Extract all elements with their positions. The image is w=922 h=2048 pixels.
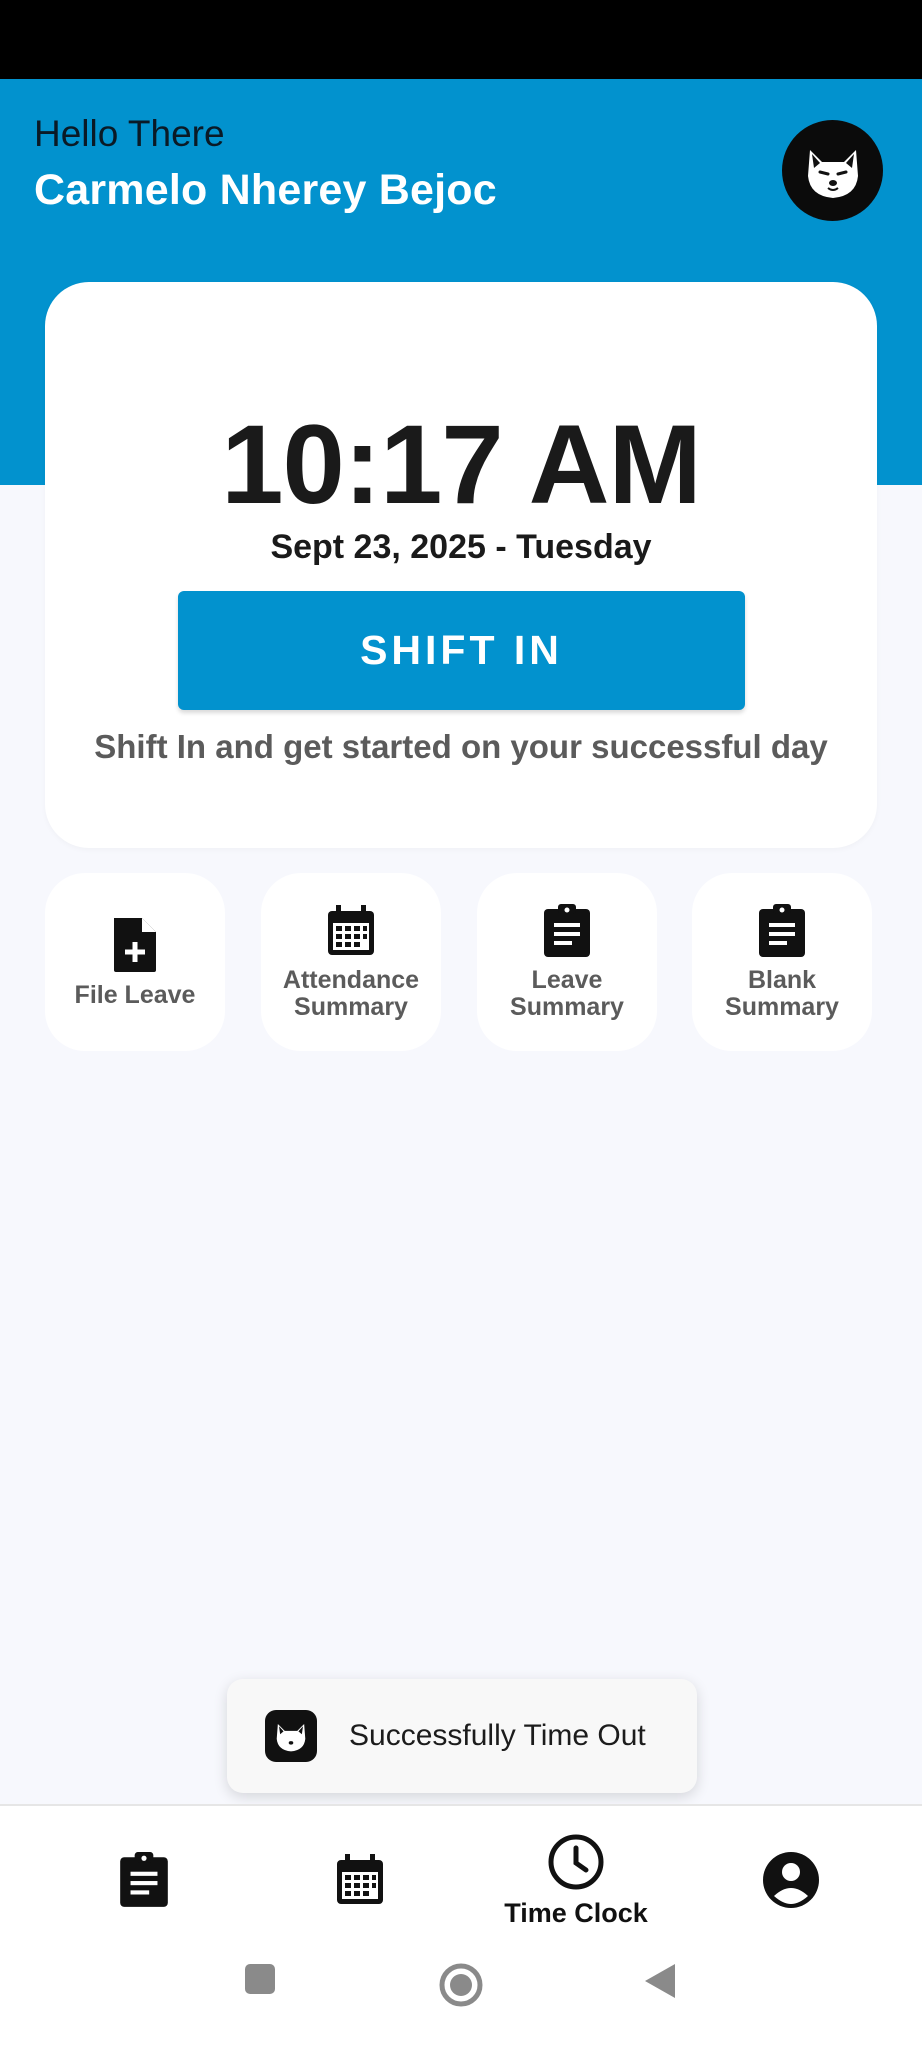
toast-message: Successfully Time Out — [349, 1719, 646, 1752]
circle-icon — [439, 1963, 483, 2007]
shift-hint-text: Shift In and get started on your success… — [94, 728, 828, 765]
tile-label: File Leave — [74, 980, 196, 1009]
tile-label: Leave Summary — [510, 966, 624, 1021]
file-add-icon — [114, 917, 156, 972]
file-leave-tile[interactable]: File Leave — [45, 873, 225, 1051]
nav-item-calendar[interactable] — [260, 1820, 460, 1940]
greeting-text: Hello There — [34, 113, 225, 154]
attendance-summary-tile[interactable]: Attendance Summary — [261, 873, 441, 1051]
clipboard-icon — [759, 904, 805, 957]
square-icon — [245, 1964, 275, 1994]
status-bar — [0, 0, 922, 79]
tile-label: Attendance Summary — [282, 966, 420, 1021]
clipboard-icon — [120, 1852, 168, 1907]
toast-notification: Successfully Time Out — [227, 1679, 697, 1793]
calendar-icon — [328, 905, 374, 955]
back-button[interactable] — [643, 1962, 677, 2000]
home-button[interactable] — [438, 1962, 484, 2008]
triangle-back-icon — [645, 1964, 675, 1998]
clipboard-icon — [544, 904, 590, 957]
shift-in-button[interactable]: SHIFT IN — [178, 591, 745, 710]
clock-icon — [548, 1834, 604, 1889]
leave-summary-tile[interactable]: Leave Summary — [477, 873, 657, 1051]
avatar[interactable] — [782, 120, 883, 221]
account-circle-icon — [763, 1852, 819, 1908]
shiba-dog-icon — [807, 149, 858, 198]
nav-item-time-clock[interactable]: Time Clock — [476, 1820, 676, 1940]
calendar-icon — [337, 1854, 383, 1904]
recents-button[interactable] — [243, 1962, 277, 1996]
nav-label-time-clock: Time Clock — [504, 1897, 648, 1928]
current-date: Sept 23, 2025 - Tuesday — [270, 528, 652, 566]
tile-label: Blank Summary — [725, 966, 839, 1021]
shiba-dog-icon — [265, 1710, 317, 1762]
nav-item-profile[interactable] — [691, 1820, 891, 1940]
current-time: 10:17 AM — [221, 402, 702, 527]
nav-item-tasks[interactable] — [44, 1820, 244, 1940]
blank-summary-tile[interactable]: Blank Summary — [692, 873, 872, 1051]
user-name: Carmelo Nherey Bejoc — [34, 166, 497, 214]
